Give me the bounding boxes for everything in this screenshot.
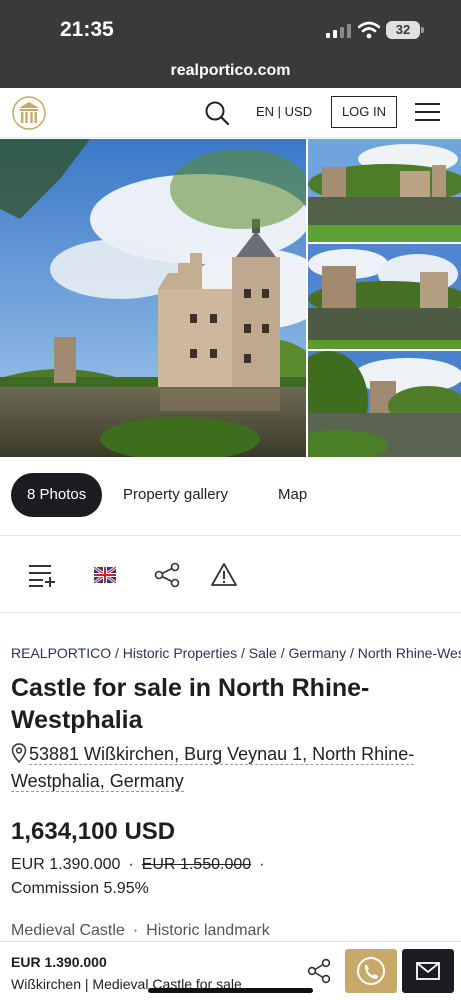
property-tags: Medieval Castle · Historic landmark bbox=[11, 922, 270, 940]
old-price-eur: EUR 1.550.000 bbox=[141, 856, 252, 873]
thumbnail-photo[interactable] bbox=[308, 351, 461, 457]
page-title: Castle for sale in North Rhine-Westphali… bbox=[11, 674, 370, 734]
browser-url[interactable]: realportico.com bbox=[0, 62, 461, 80]
battery-indicator: 32 bbox=[386, 21, 420, 39]
phone-icon bbox=[357, 957, 385, 985]
price-details: EUR 1.390.000 · EUR 1.550.000 · Commission … bbox=[11, 853, 451, 901]
separator-dot: · bbox=[132, 922, 139, 939]
price-usd: 1,634,100 USD bbox=[11, 818, 176, 845]
divider bbox=[0, 612, 461, 613]
status-bar: 21:35 32 realportico.com bbox=[0, 0, 461, 88]
gallery-tabs: 8 Photos Property gallery Map bbox=[0, 473, 461, 519]
tab-photos[interactable]: 8 Photos bbox=[11, 473, 103, 517]
mail-icon bbox=[416, 962, 440, 980]
portico-logo-icon[interactable] bbox=[12, 96, 46, 130]
price-eur: EUR 1.390.000 bbox=[11, 856, 121, 873]
tab-property-gallery[interactable]: Property gallery bbox=[123, 473, 228, 517]
tag-label: Historic landmark bbox=[146, 922, 270, 939]
bottom-bar-price: EUR 1.390.000 bbox=[11, 954, 107, 970]
hamburger-menu-icon[interactable] bbox=[415, 102, 440, 122]
cellular-signal-icon bbox=[326, 24, 351, 38]
status-time: 21:35 bbox=[60, 18, 114, 41]
login-button[interactable]: LOG IN bbox=[331, 96, 397, 128]
property-address[interactable]: 53881 Wißkirchen, Burg Veynau 1, North R… bbox=[11, 741, 431, 795]
language-currency-switch[interactable]: EN | USD bbox=[256, 104, 312, 119]
photo-gallery bbox=[0, 139, 461, 457]
home-indicator bbox=[148, 988, 313, 993]
tag-label: Medieval Castle bbox=[11, 922, 125, 939]
separator-dot: · bbox=[259, 856, 265, 873]
uk-flag-icon[interactable] bbox=[94, 567, 116, 583]
share-icon[interactable] bbox=[153, 562, 181, 588]
sticky-contact-bar: EUR 1.390.000 Wißkirchen | Medieval Cast… bbox=[0, 941, 461, 1000]
commission: Commission 5.95% bbox=[11, 880, 149, 897]
main-photo[interactable] bbox=[0, 139, 306, 457]
call-button[interactable] bbox=[345, 949, 397, 993]
divider bbox=[0, 535, 461, 536]
map-pin-icon bbox=[11, 743, 27, 763]
thumbnail-photo[interactable] bbox=[308, 139, 461, 242]
search-icon[interactable] bbox=[204, 100, 230, 126]
battery-tip bbox=[421, 27, 424, 33]
separator-dot: · bbox=[128, 856, 134, 873]
wifi-icon bbox=[358, 21, 380, 39]
breadcrumb[interactable]: REALPORTICO / Historic Properties / Sale… bbox=[11, 645, 461, 661]
thumbnail-photo[interactable] bbox=[308, 244, 461, 349]
tab-map[interactable]: Map bbox=[278, 473, 307, 517]
site-header: EN | USD LOG IN bbox=[0, 88, 461, 138]
email-button[interactable] bbox=[402, 949, 454, 993]
add-to-list-icon[interactable] bbox=[29, 562, 57, 588]
share-icon[interactable] bbox=[306, 958, 332, 984]
address-text: 53881 Wißkirchen, Burg Veynau 1, North R… bbox=[11, 744, 415, 792]
warning-icon[interactable] bbox=[210, 562, 238, 588]
